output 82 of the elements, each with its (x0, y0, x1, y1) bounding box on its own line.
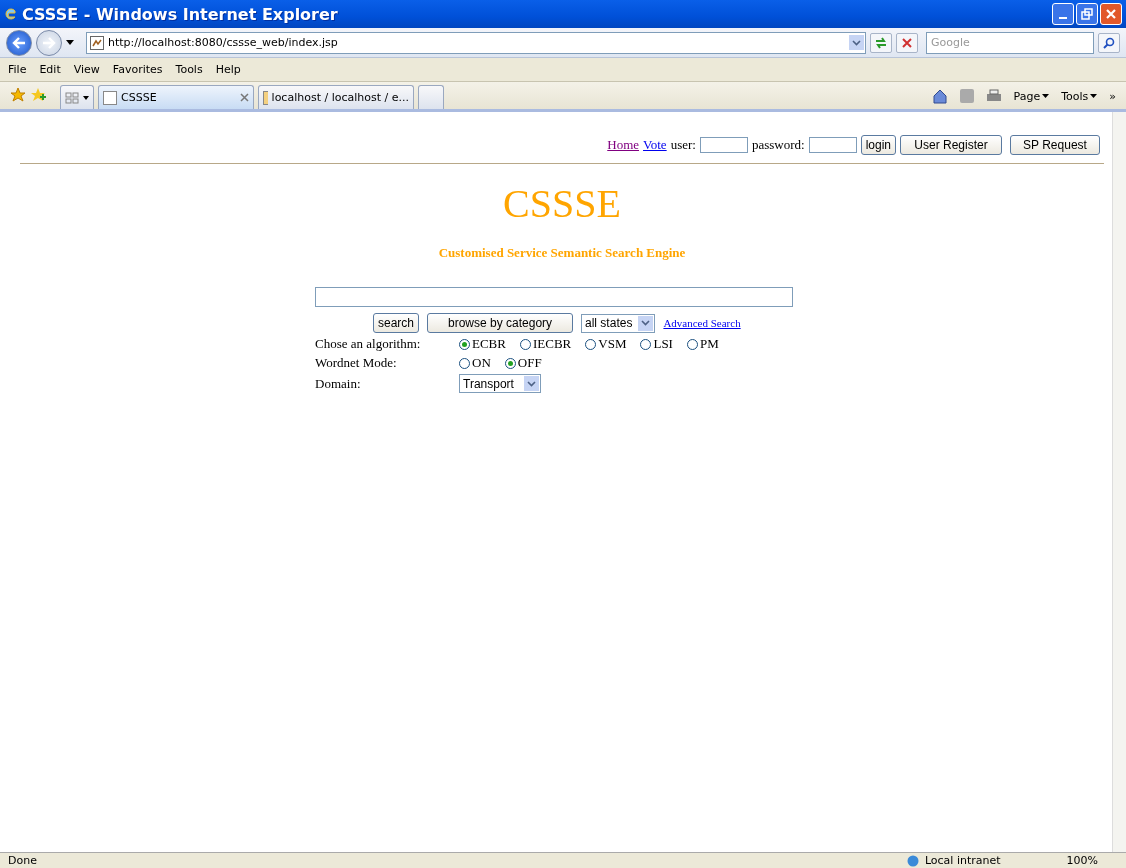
menu-item[interactable]: Favorites (112, 63, 163, 76)
password-label: password: (751, 136, 805, 153)
vote-link[interactable]: Vote (643, 136, 667, 153)
grid-icon (65, 91, 79, 104)
add-star-icon[interactable] (30, 87, 46, 103)
minimize-button[interactable] (1052, 3, 1074, 25)
refresh-icon (874, 36, 888, 49)
login-button[interactable]: login (860, 134, 896, 155)
window-title: CSSSE - Windows Internet Explorer (22, 4, 339, 24)
stop-button[interactable] (896, 32, 918, 53)
refresh-button[interactable] (870, 32, 892, 53)
password-field[interactable] (808, 136, 857, 153)
menu-item[interactable]: View (73, 63, 100, 76)
radio-option[interactable]: ECBR (459, 336, 506, 352)
printer-icon[interactable] (985, 89, 1002, 103)
menu-item[interactable]: Help (215, 63, 241, 76)
radio-button[interactable] (686, 338, 698, 350)
tools-menu-button[interactable]: Tools (1061, 89, 1098, 103)
sp-request-button[interactable]: SP Request (1010, 134, 1100, 155)
domain-select[interactable]: Transport (459, 374, 541, 393)
wordnet-label: Wordnet Mode: (315, 355, 398, 371)
status-text: Done (8, 854, 38, 867)
back-arrow-icon (12, 36, 26, 49)
radio-option[interactable]: LSI (640, 336, 673, 352)
stop-icon (902, 37, 912, 48)
algorithm-label: Chose an algorithm: (315, 336, 422, 352)
minimize-icon (1059, 17, 1067, 19)
dropdown-caret-icon[interactable] (638, 315, 654, 331)
radio-button[interactable] (519, 338, 531, 350)
radio-button[interactable] (459, 338, 470, 350)
dropdown-caret-icon[interactable] (66, 40, 74, 45)
zoom-text[interactable]: 100% (1066, 854, 1098, 867)
globe-icon (906, 854, 919, 867)
advanced-search-link[interactable]: Advanced Search (663, 317, 741, 329)
search-field[interactable]: Google (926, 31, 1094, 54)
home-link[interactable]: Home (607, 136, 640, 153)
search-icon (1103, 36, 1115, 49)
home-icon[interactable] (931, 88, 948, 104)
browser-tab[interactable]: localhost / localhost / e... (258, 85, 414, 109)
domain-label: Domain: (315, 375, 362, 392)
new-tab-button[interactable] (418, 85, 444, 109)
browser-logo-icon (4, 6, 18, 22)
browser-tab[interactable]: CSSSE (98, 85, 254, 109)
site-logo: CSSSE (503, 180, 621, 227)
menu-item[interactable]: Edit (39, 63, 61, 76)
close-button[interactable] (1100, 3, 1122, 25)
browse-by-category-button[interactable]: browse by category (427, 313, 574, 333)
radio-option[interactable]: VSM (585, 336, 627, 352)
radio-option[interactable]: ON (459, 355, 491, 371)
quick-tabs-button[interactable] (60, 85, 94, 109)
address-field[interactable]: http://localhost:8080/cssse_web/index.jsp (86, 31, 866, 54)
page-menu-button[interactable]: Page (1013, 89, 1050, 103)
zone-text: Local intranet (924, 854, 1001, 867)
restore-icon (1081, 8, 1093, 20)
search-button[interactable]: search (373, 313, 420, 333)
menu-item[interactable]: Tools (175, 63, 203, 76)
user-register-button[interactable]: User Register (900, 134, 1002, 155)
dropdown-caret-icon (1090, 94, 1098, 98)
user-label: user: (670, 136, 696, 153)
scrollbar[interactable] (1112, 112, 1126, 852)
restore-button[interactable] (1076, 3, 1098, 25)
states-select[interactable]: all states (581, 313, 656, 333)
radio-option[interactable]: PM (686, 336, 719, 352)
user-field[interactable] (699, 136, 748, 153)
radio-option[interactable]: OFF (504, 355, 542, 371)
menu-item[interactable]: File (8, 63, 27, 76)
close-icon (1105, 8, 1117, 20)
forward-arrow-icon (42, 36, 56, 49)
back-button[interactable] (6, 29, 32, 56)
radio-button[interactable] (585, 338, 597, 350)
site-subtitle: Customised Service Semantic Search Engine (438, 245, 686, 261)
dropdown-caret-icon (83, 95, 89, 100)
more-button[interactable]: » (1109, 89, 1116, 103)
search-query-field[interactable] (315, 287, 793, 307)
search-button[interactable] (1098, 32, 1120, 53)
radio-button[interactable] (640, 338, 652, 350)
star-icon[interactable] (10, 87, 26, 103)
radio-option[interactable]: IECBR (519, 336, 572, 352)
close-tab-icon[interactable] (240, 93, 249, 102)
radio-button[interactable] (504, 357, 516, 369)
radio-button[interactable] (459, 357, 470, 369)
dropdown-caret-icon (1042, 94, 1050, 98)
